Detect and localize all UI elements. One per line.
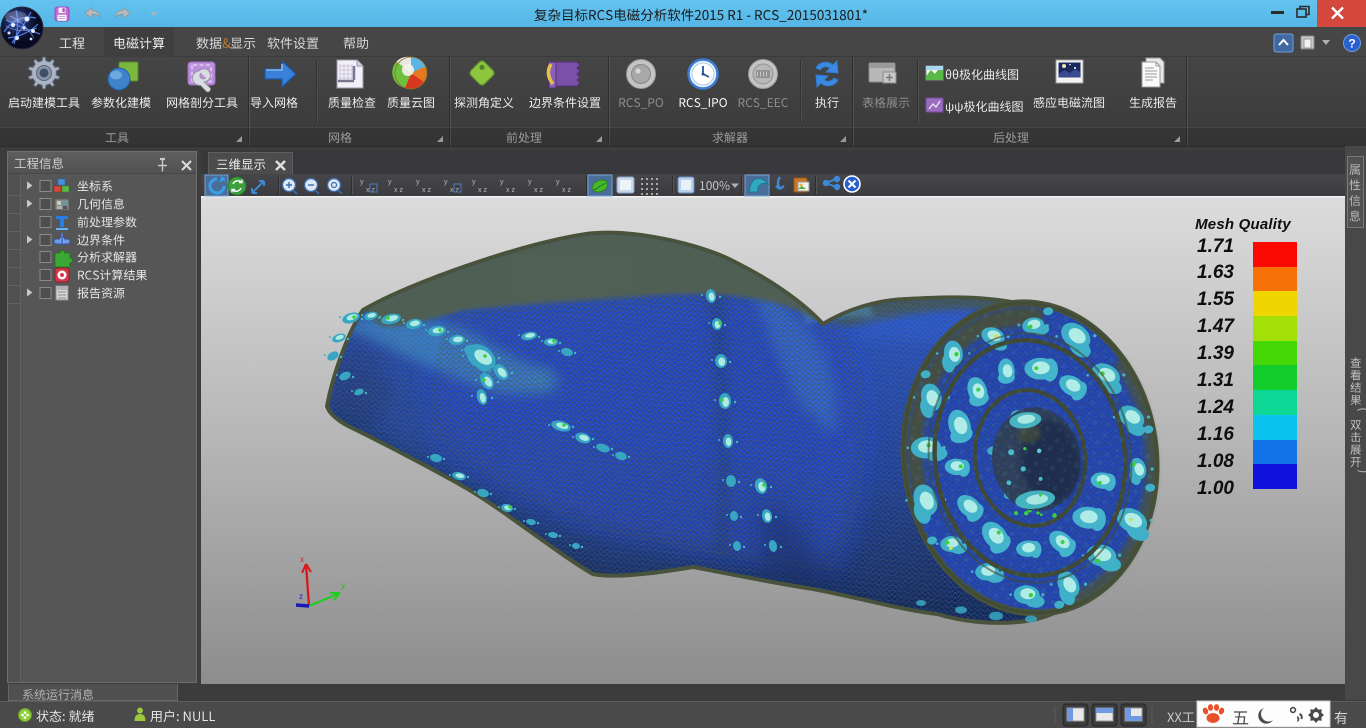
svg-text:y: y (360, 179, 364, 186)
svg-text:x z: x z (366, 187, 375, 194)
svg-text:y: y (528, 179, 532, 186)
svg-text:x z: x z (534, 187, 543, 194)
svg-text:x z: x z (506, 187, 515, 194)
svg-text:x z: x z (478, 187, 487, 194)
svg-text:x z: x z (394, 187, 403, 194)
svg-text:x z: x z (450, 187, 459, 194)
svg-text:y: y (388, 179, 392, 186)
svg-text:y: y (500, 179, 504, 186)
svg-text:y: y (556, 179, 560, 186)
svg-text:y: y (416, 179, 420, 186)
svg-text:x z: x z (422, 187, 431, 194)
svg-text:x z: x z (562, 187, 571, 194)
svg-text:?: ? (1348, 37, 1355, 51)
svg-text:y: y (444, 179, 448, 186)
svg-text:y: y (472, 179, 476, 186)
